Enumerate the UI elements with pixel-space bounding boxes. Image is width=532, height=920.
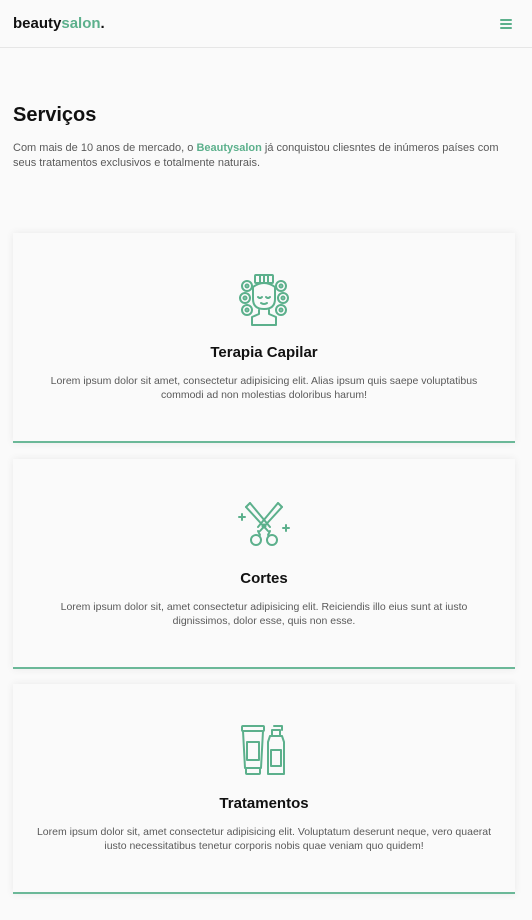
cosmetic-bottles-icon xyxy=(241,725,285,775)
service-card-title: Cortes xyxy=(240,570,288,587)
service-card-text: Lorem ipsum dolor sit, amet consectetur … xyxy=(36,826,492,852)
section-intro: Com mais de 10 anos de mercado, o Beauty… xyxy=(13,141,513,171)
logo[interactable]: beautysalon. xyxy=(13,15,105,33)
logo-text-beauty: beauty xyxy=(13,15,62,32)
hair-rollers-icon xyxy=(239,274,289,326)
service-card-text: Lorem ipsum dolor sit, amet consectetur … xyxy=(60,601,468,627)
service-card-title: Terapia Capilar xyxy=(210,344,318,361)
logo-dot: . xyxy=(100,15,105,32)
menu-bar xyxy=(500,23,512,25)
service-card-terapia-capilar: Terapia Capilar Lorem ipsum dolor sit am… xyxy=(13,233,515,443)
intro-brand: Beautysalon xyxy=(196,142,262,154)
service-card-cortes: Cortes Lorem ipsum dolor sit, amet conse… xyxy=(13,459,515,669)
service-card-tratamentos: Tratamentos Lorem ipsum dolor sit, amet … xyxy=(13,684,515,894)
service-card-title: Tratamentos xyxy=(219,795,309,812)
intro-text: Com mais de 10 anos de mercado, o xyxy=(13,142,197,154)
section-title: Serviços xyxy=(13,104,97,126)
service-card-text: Lorem ipsum dolor sit amet, consectetur … xyxy=(50,375,478,401)
menu-bar xyxy=(500,19,512,21)
hamburger-menu-icon[interactable] xyxy=(499,17,514,31)
logo-text-salon: salon xyxy=(61,15,101,32)
menu-bar xyxy=(500,27,512,29)
scissors-icon xyxy=(238,502,290,546)
site-header: beautysalon. xyxy=(0,0,532,48)
